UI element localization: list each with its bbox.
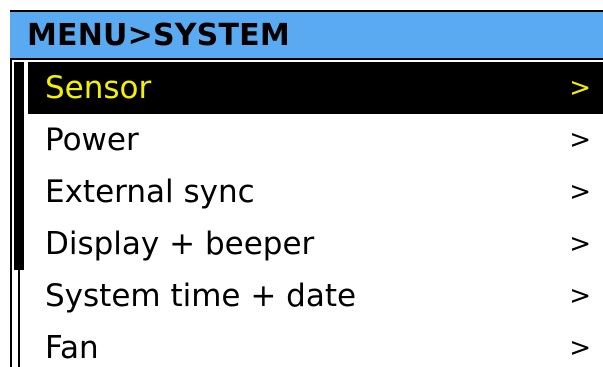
scrollbar[interactable] [14,62,24,367]
menu-item-label: Power [45,122,139,158]
chevron-right-icon: > [569,177,591,207]
menu-item-system-time-date[interactable]: System time + date > [28,270,603,322]
chevron-right-icon: > [569,73,591,103]
frame-border [10,60,12,367]
menu-item-label: Display + beeper [45,226,315,262]
system-menu-list: Sensor > Power > External sync > Display… [28,62,603,367]
chevron-right-icon: > [569,229,591,259]
menu-breadcrumb-title: MENU>SYSTEM [27,18,290,53]
menu-item-label: External sync [45,174,255,210]
menu-item-fan[interactable]: Fan > [28,322,603,367]
menu-item-sensor[interactable]: Sensor > [28,62,603,114]
menu-item-label: Sensor [45,70,152,106]
chevron-right-icon: > [569,281,591,311]
menu-item-power[interactable]: Power > [28,114,603,166]
scrollbar-thumb[interactable] [14,62,24,270]
chevron-right-icon: > [569,125,591,155]
system-menu-screen: MENU>SYSTEM Sensor > Power > External sy… [0,0,603,367]
menu-header: MENU>SYSTEM [10,10,603,60]
menu-item-external-sync[interactable]: External sync > [28,166,603,218]
chevron-right-icon: > [569,333,591,363]
menu-item-label: Fan [45,330,99,366]
menu-item-display-beeper[interactable]: Display + beeper > [28,218,603,270]
menu-item-label: System time + date [45,278,357,314]
